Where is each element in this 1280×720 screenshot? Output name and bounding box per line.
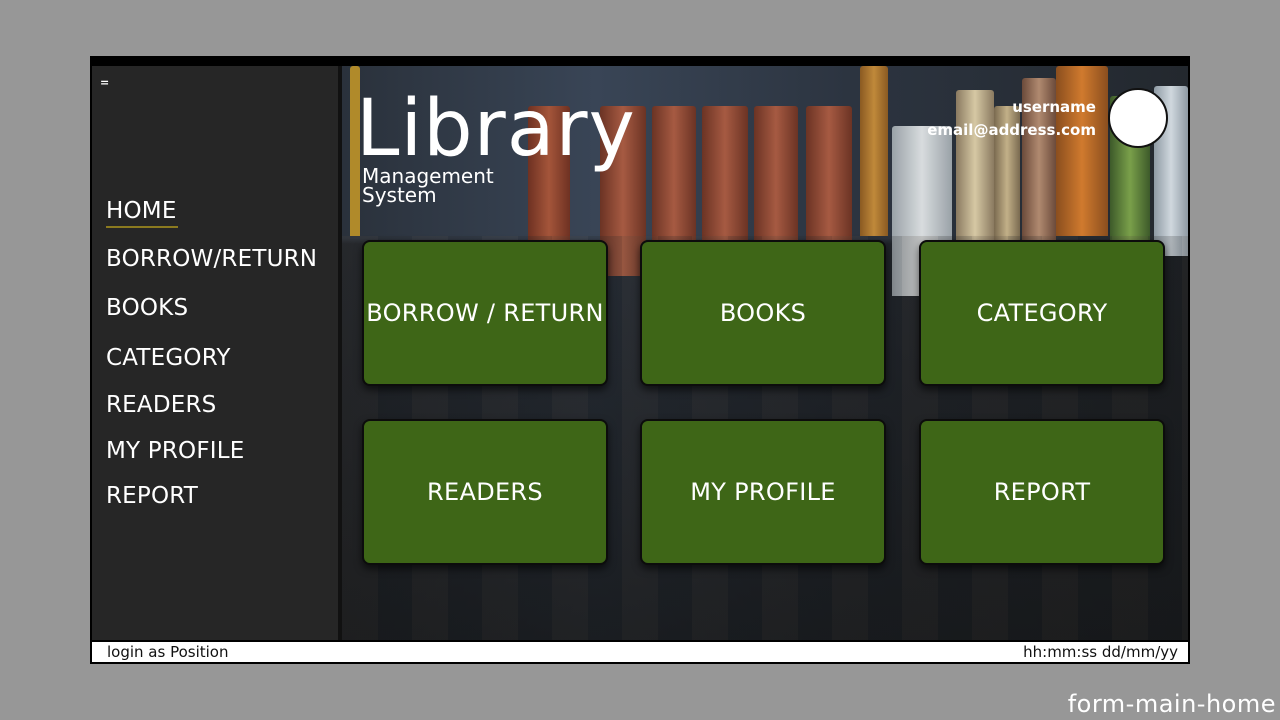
sidebar-item-category[interactable]: CATEGORY [106,345,231,371]
username-label: username [1012,98,1096,116]
status-bar: login as Position hh:mm:ss dd/mm/yy [92,640,1188,662]
datetime-status: hh:mm:ss dd/mm/yy [1023,643,1178,661]
sidebar-item-report[interactable]: REPORT [106,483,198,509]
subtitle-line-2: System [362,183,437,207]
tile-my-profile[interactable]: MY PROFILE [640,419,886,565]
tile-readers[interactable]: READERS [362,419,608,565]
user-info: username email@address.com [927,96,1096,142]
tile-borrow-return[interactable]: BORROW / RETURN [362,240,608,386]
window-title-strip [92,58,1188,66]
sidebar-item-readers[interactable]: READERS [106,392,216,418]
sidebar-item-books[interactable]: BOOKS [106,295,188,321]
tile-report[interactable]: REPORT [919,419,1165,565]
tile-books[interactable]: BOOKS [640,240,886,386]
email-label: email@address.com [927,121,1096,139]
sidebar-item-borrow-return[interactable]: BORROW/RETURN [106,246,317,272]
tile-category[interactable]: CATEGORY [919,240,1165,386]
sidebar-item-my-profile[interactable]: MY PROFILE [106,438,245,464]
form-name-label: form-main-home [1067,690,1276,718]
app-window: = HOME BORROW/RETURN BOOKS CATEGORY READ… [90,56,1190,664]
login-status: login as Position [107,643,229,661]
sidebar: = HOME BORROW/RETURN BOOKS CATEGORY READ… [92,66,342,640]
menu-toggle-icon[interactable]: = [100,76,109,89]
sidebar-item-home[interactable]: HOME [106,198,178,228]
app-subtitle: Management System [362,166,494,207]
app-title: Library [356,84,636,174]
main-panel: Library Management System username email… [342,66,1188,640]
avatar[interactable] [1108,88,1168,148]
